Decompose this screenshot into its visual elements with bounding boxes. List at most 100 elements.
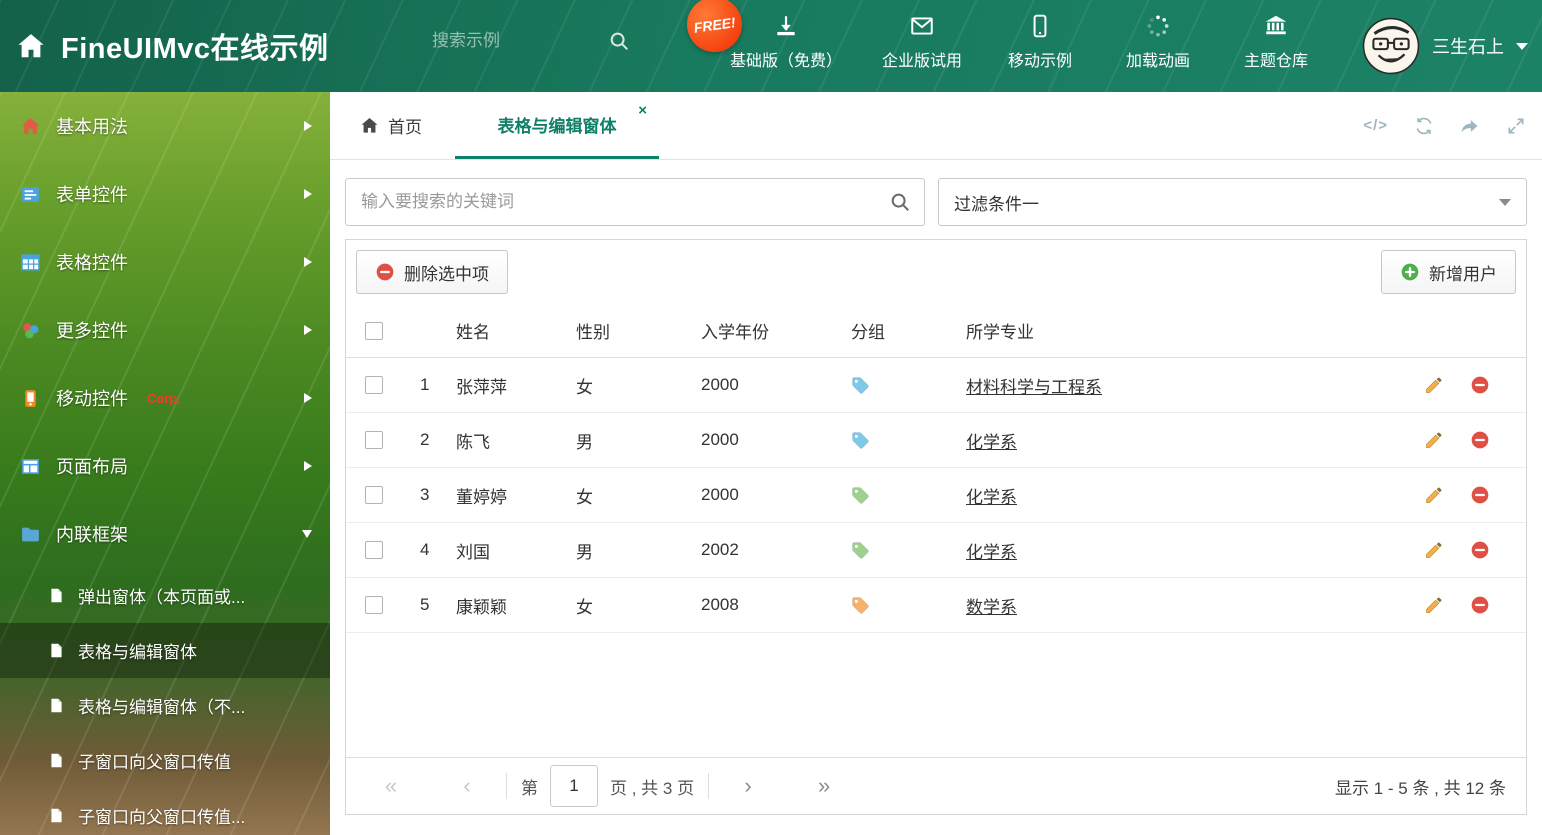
col-year: 入学年份 <box>701 323 769 342</box>
nav-mobile-demos[interactable]: 移动示例 <box>994 13 1086 71</box>
tab-grid-edit-window[interactable]: 表格与编辑窗体 × <box>455 92 659 159</box>
user-name: 三生石上 <box>1432 37 1504 57</box>
chevron-right-icon <box>304 325 312 335</box>
grid-toolbar: 删除选中项 新增用户 <box>346 240 1526 304</box>
sidebar-subitem-grid-edit-window-alt[interactable]: 表格与编辑窗体（不... <box>0 678 330 733</box>
row-name: 陈飞 <box>456 432 490 452</box>
row-gender: 女 <box>576 377 593 397</box>
app-logo[interactable]: FineUIMvc在线示例 <box>16 0 329 92</box>
nav-theme-repository[interactable]: 主题仓库 <box>1230 13 1322 71</box>
col-gender: 性别 <box>576 323 610 342</box>
row-checkbox[interactable] <box>365 486 383 504</box>
prev-page-button[interactable]: ‹ <box>442 773 492 799</box>
chevron-down-icon <box>302 530 312 538</box>
row-year: 2000 <box>701 430 739 449</box>
row-year: 2000 <box>701 375 739 394</box>
row-checkbox[interactable] <box>365 541 383 559</box>
tag-icon <box>852 431 869 449</box>
nav-label: 企业版试用 <box>881 53 962 70</box>
user-menu[interactable]: 三生石上 <box>1362 0 1528 92</box>
sidebar-item-inline-frame[interactable]: 内联框架 <box>0 500 330 568</box>
search-icon[interactable] <box>889 191 911 213</box>
row-checkbox[interactable] <box>365 376 383 394</box>
edit-pencil-icon[interactable] <box>1424 430 1444 450</box>
home-icon <box>361 117 378 133</box>
frame-icon <box>22 527 39 541</box>
code-icon[interactable]: </> <box>1363 117 1388 134</box>
keyword-search-input[interactable] <box>346 192 924 212</box>
page-label-suffix: 页 , 共 3 页 <box>610 778 695 798</box>
nav-loading-animations[interactable]: 加载动画 <box>1112 13 1204 71</box>
delete-minus-icon[interactable] <box>1470 430 1490 450</box>
filter-dropdown[interactable]: 过滤条件一 <box>938 178 1527 226</box>
tab-home[interactable]: 首页 <box>360 92 422 159</box>
row-checkbox[interactable] <box>365 431 383 449</box>
row-year: 2008 <box>701 595 739 614</box>
delete-selected-button[interactable]: 删除选中项 <box>356 250 508 294</box>
sidebar-item-mobile-controls[interactable]: 移动控件 Corp. <box>0 364 330 432</box>
add-user-button[interactable]: 新增用户 <box>1381 250 1516 294</box>
row-index: 4 <box>420 540 430 559</box>
bank-icon <box>1265 15 1287 35</box>
sidebar-item-page-layout[interactable]: 页面布局 <box>0 432 330 500</box>
main-area: 首页 表格与编辑窗体 × </> 输入要搜索的关键词 过滤条件一 删除选中项 新… <box>330 92 1542 835</box>
sidebar-subitem-popup-window[interactable]: 弹出窗体（本页面或... <box>0 568 330 623</box>
delete-minus-icon <box>376 263 394 281</box>
select-all-checkbox[interactable] <box>365 321 383 340</box>
sidebar-subitem-child-to-parent[interactable]: 子窗口向父窗口传值 <box>0 733 330 788</box>
expand-icon[interactable] <box>1506 116 1526 136</box>
row-index: 2 <box>420 430 430 449</box>
last-page-button[interactable]: » <box>799 773 849 799</box>
delete-minus-icon[interactable] <box>1470 595 1490 615</box>
sidebar-subitem-child-to-parent-2[interactable]: 子窗口向父窗口传值... <box>0 788 330 835</box>
home-icon <box>18 34 44 58</box>
sidebar-subitem-label: 子窗口向父窗口传值... <box>78 808 246 827</box>
row-year: 2002 <box>701 540 739 559</box>
sidebar-subitem-label: 表格与编辑窗体（不... <box>78 698 246 717</box>
col-group: 分组 <box>851 323 885 342</box>
page-number-input[interactable] <box>550 765 598 807</box>
major-link[interactable]: 化学系 <box>966 543 1017 562</box>
mobile-controls-icon <box>25 389 36 407</box>
row-gender: 女 <box>576 487 593 507</box>
sidebar-item-form-controls[interactable]: 表单控件 <box>0 160 330 228</box>
major-link[interactable]: 材料科学与工程系 <box>966 378 1102 397</box>
sidebar-subitem-label: 子窗口向父窗口传值 <box>78 753 231 772</box>
divider <box>708 773 710 799</box>
row-name: 康颖颖 <box>456 597 507 617</box>
forward-icon[interactable] <box>1460 116 1480 136</box>
search-icon[interactable] <box>608 30 630 52</box>
next-page-button[interactable]: › <box>723 773 773 799</box>
edit-pencil-icon[interactable] <box>1424 485 1444 505</box>
sidebar-item-more-controls[interactable]: 更多控件 <box>0 296 330 364</box>
close-icon[interactable]: × <box>638 102 647 119</box>
sidebar-item-table-controls[interactable]: 表格控件 <box>0 228 330 296</box>
delete-minus-icon[interactable] <box>1470 540 1490 560</box>
delete-minus-icon[interactable] <box>1470 485 1490 505</box>
delete-minus-icon[interactable] <box>1470 375 1490 395</box>
sidebar-subitem-grid-edit-window[interactable]: 表格与编辑窗体 <box>0 623 330 678</box>
delete-selected-label: 删除选中项 <box>404 264 489 284</box>
row-gender: 男 <box>576 432 593 452</box>
sidebar-item-label: 页面布局 <box>56 457 128 477</box>
edit-pencil-icon[interactable] <box>1424 595 1444 615</box>
sidebar: 基本用法 表单控件 表格控件 更多控件 移动控件 Corp. 页面布局 内联框架… <box>0 92 330 835</box>
major-link[interactable]: 数学系 <box>966 598 1017 617</box>
nav-enterprise-trial[interactable]: 企业版试用 <box>876 13 968 71</box>
row-checkbox[interactable] <box>365 596 383 614</box>
major-link[interactable]: 化学系 <box>966 433 1017 452</box>
sidebar-item-basic-usage[interactable]: 基本用法 <box>0 92 330 160</box>
edit-pencil-icon[interactable] <box>1424 540 1444 560</box>
file-icon <box>51 643 62 658</box>
edit-pencil-icon[interactable] <box>1424 375 1444 395</box>
header-search-input[interactable] <box>432 31 582 51</box>
tag-icon <box>852 596 869 614</box>
refresh-icon[interactable] <box>1414 116 1434 136</box>
chevron-right-icon <box>304 461 312 471</box>
row-index: 3 <box>420 485 430 504</box>
chevron-right-icon <box>304 257 312 267</box>
table-icon <box>21 253 40 271</box>
row-name: 董婷婷 <box>456 487 507 507</box>
first-page-button[interactable]: « <box>366 773 416 799</box>
major-link[interactable]: 化学系 <box>966 488 1017 507</box>
